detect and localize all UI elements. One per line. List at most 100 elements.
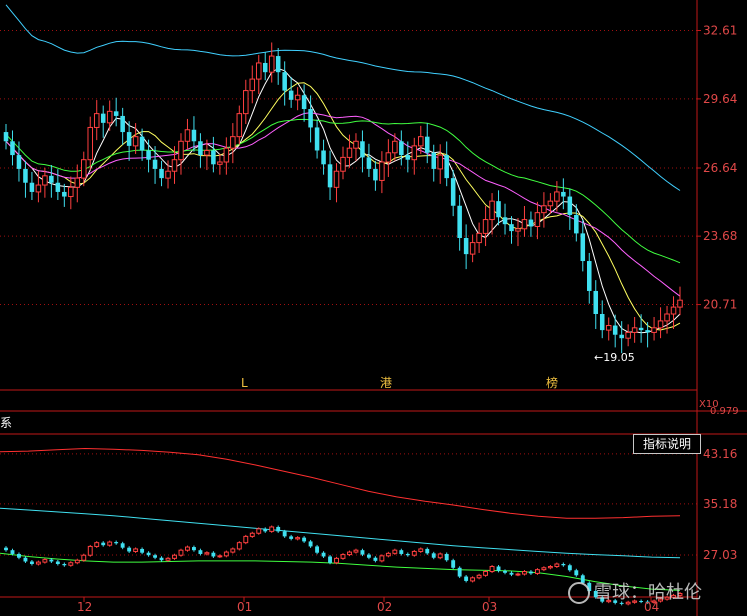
candle-up [541, 205, 547, 214]
band-candle-down [503, 570, 507, 573]
candle-down [3, 132, 9, 142]
band-line-middle [0, 507, 681, 559]
price-tick-label: 23.68 [703, 229, 737, 243]
band-candle-down [62, 564, 67, 566]
candle-up [249, 78, 256, 92]
candle-down [619, 334, 624, 339]
band-candle-up [42, 559, 48, 563]
band-candle-down [120, 543, 125, 548]
band-candle-down [282, 531, 287, 537]
candle-down [366, 157, 372, 169]
candle-down [159, 168, 164, 179]
band-candle-down [49, 559, 54, 562]
candle-up [515, 228, 521, 232]
band-candle-up [470, 577, 476, 582]
indicator-explain-button[interactable]: 指标说明 [633, 434, 701, 454]
band-candle-down [308, 541, 313, 547]
candle-up [35, 184, 42, 193]
candle-up [605, 325, 612, 331]
candle-up [340, 156, 346, 172]
band-candle-up [418, 548, 424, 552]
band-candle-down [191, 547, 196, 551]
candle-up [651, 327, 657, 333]
candle-down [282, 72, 287, 91]
candle-up [482, 219, 489, 234]
band-candle-up [437, 553, 443, 559]
band-candle-up [81, 554, 87, 561]
candle-up [346, 147, 353, 158]
band-candle-up [534, 569, 540, 574]
band-candle-down [10, 550, 15, 554]
candle-down [288, 90, 294, 100]
candle-down [399, 141, 404, 156]
band-candle-down [373, 557, 378, 561]
band-candle-down [366, 554, 371, 558]
candle-down [211, 150, 216, 165]
candle-down [496, 201, 501, 218]
band-candle-up [515, 573, 521, 576]
ma-line-ma20 [5, 112, 681, 297]
band-candle-down [399, 550, 404, 554]
candle-down [561, 191, 566, 197]
band-candle-down [289, 536, 294, 539]
candle-down [424, 136, 430, 153]
axis-labels: 32.6129.6426.6423.6820.71X100.97943.1635… [77, 23, 739, 614]
snowball-logo-icon [568, 582, 590, 604]
band-candle-up [334, 557, 339, 564]
band-candle-up [353, 549, 359, 553]
band-candle-up [269, 526, 275, 532]
candle-down [509, 224, 514, 232]
time-tick-label: 03 [482, 600, 497, 614]
candle-down [612, 325, 618, 335]
candle-down [450, 178, 456, 206]
band-tick-label: 43.16 [703, 447, 737, 461]
band-candle-up [489, 566, 495, 573]
band-candle-up [476, 574, 482, 579]
candle-up [87, 126, 94, 161]
candle-down [139, 136, 145, 151]
price-tick-label: 29.64 [703, 92, 737, 106]
ma-line-ma30 [5, 118, 681, 264]
band-candle-down [140, 548, 145, 553]
candle-down [502, 217, 508, 225]
band-candle-up [411, 550, 417, 556]
band-candle-down [567, 565, 572, 571]
price-tick-label: 26.64 [703, 161, 737, 175]
watermark-text: 雪球：哈杜伦 [594, 582, 702, 603]
band-candle-up [256, 528, 262, 534]
candle-down [574, 214, 579, 234]
band-candle-up [554, 563, 560, 568]
candle-down [152, 159, 158, 169]
band-candle-down [146, 552, 151, 556]
candle-up [418, 136, 424, 147]
band-candle-down [509, 572, 514, 575]
band-candle-down [464, 576, 469, 581]
band-candle-up [295, 537, 301, 540]
candle-up [437, 154, 443, 170]
band-candle-down [211, 552, 216, 557]
candle-up [268, 55, 275, 73]
candle-down [191, 129, 197, 142]
band-candle-up [243, 535, 249, 544]
candle-up [554, 191, 560, 202]
candle-up [657, 320, 664, 329]
candle-down [373, 168, 378, 181]
candle-down [275, 56, 281, 73]
event-marker: 榜 [546, 375, 558, 390]
candle-down [321, 150, 326, 165]
candle-down [587, 261, 592, 291]
candle-up [333, 170, 340, 188]
candle-up [353, 140, 359, 149]
ma-line-ma5 [5, 67, 681, 334]
band-candle-up [107, 541, 113, 546]
candle-up [521, 219, 528, 230]
band-candle-up [522, 571, 527, 575]
band-line-upper [0, 447, 681, 519]
time-tick-label: 02 [377, 600, 392, 614]
candle-up [132, 136, 139, 147]
candle-down [405, 155, 411, 160]
band-candle-up [223, 551, 229, 557]
candle-down [126, 132, 132, 146]
band-candle-up [547, 566, 553, 569]
band-candle-up [347, 551, 352, 556]
